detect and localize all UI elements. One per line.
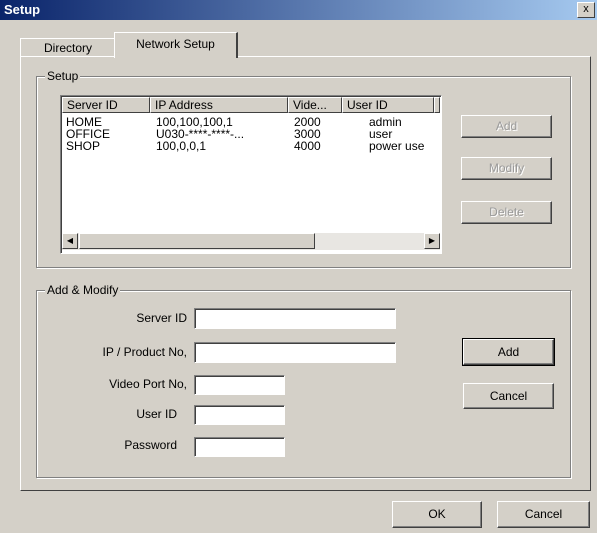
modify-button[interactable]: Modify [461,157,552,180]
scroll-right-icon[interactable]: ▶ [424,233,440,249]
add-modify-legend: Add & Modify [45,283,121,297]
scroll-left-icon[interactable]: ◀ [62,233,78,249]
ok-button[interactable]: OK [392,501,482,528]
user-id-field[interactable] [194,405,285,425]
cell-server-id: SHOP [66,139,101,153]
column-header-video[interactable]: Vide... [288,97,342,113]
cell-video-port: 4000 [294,139,321,153]
column-header-filler [434,97,440,113]
horizontal-scrollbar[interactable]: ◀ ▶ [62,233,440,250]
ip-product-field[interactable] [194,342,396,363]
delete-button[interactable]: Delete [461,201,552,224]
window-title: Setup [4,2,41,17]
ip-product-label: IP / Product No, [102,345,188,359]
password-field[interactable] [194,437,285,457]
server-id-field[interactable] [194,308,396,329]
column-header-ip-address[interactable]: IP Address [150,97,288,113]
cancel-button[interactable]: Cancel [463,383,554,409]
setup-legend: Setup [45,69,81,83]
server-list[interactable]: Server ID IP Address Vide... User ID HOM… [60,95,442,254]
cell-user-id: power use [369,139,425,153]
setup-add-button[interactable]: Add [461,115,552,138]
user-id-label: User ID [136,407,177,421]
tab-directory[interactable]: Directory [20,38,116,57]
video-port-field[interactable] [194,375,285,395]
footer-cancel-button[interactable]: Cancel [497,501,590,528]
close-icon[interactable]: x [577,2,595,18]
password-label: Password [124,438,177,452]
cell-ip-address: 100,0,0,1 [156,139,207,153]
video-port-label: Video Port No, [109,377,187,391]
scroll-thumb[interactable] [79,233,315,249]
column-header-server-id[interactable]: Server ID [62,97,150,113]
tab-network-setup[interactable]: Network Setup [114,32,238,58]
server-id-label: Server ID [136,311,187,325]
add-button[interactable]: Add [462,338,555,366]
column-header-user-id[interactable]: User ID [342,97,434,113]
title-bar: Setup x [0,0,597,20]
